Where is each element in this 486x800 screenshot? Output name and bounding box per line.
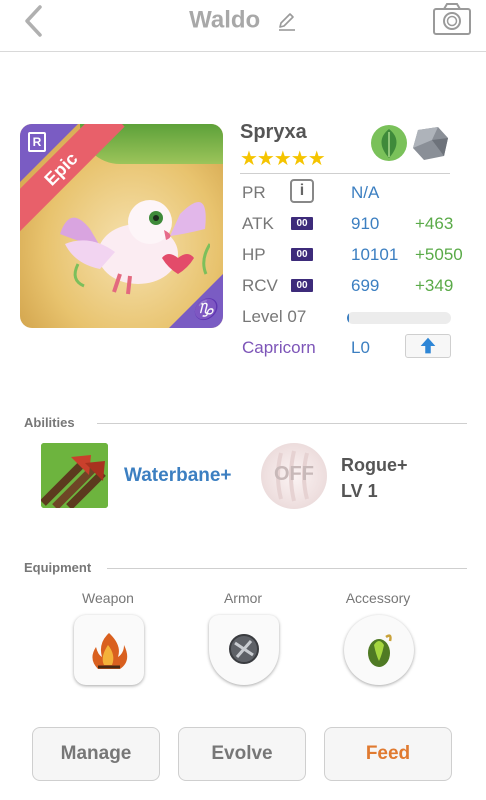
- feed-button[interactable]: Feed: [324, 727, 452, 781]
- atk-plus-badge: 00: [291, 217, 313, 230]
- rcv-bonus: +349: [415, 276, 454, 295]
- capricorn-sign-icon: ♑: [192, 299, 217, 321]
- abilities-divider: [97, 423, 467, 424]
- passive-ability-level: LV 1: [341, 481, 378, 501]
- accessory-label: Accessory: [345, 590, 411, 606]
- rcv-plus-badge: 00: [291, 279, 313, 292]
- zodiac-label: Capricorn: [242, 338, 316, 357]
- rock-icon: [413, 127, 448, 160]
- weapon-slot[interactable]: [74, 615, 144, 685]
- passive-off-label: OFF: [274, 463, 314, 485]
- hp-bonus: +5050: [415, 245, 463, 264]
- info-icon[interactable]: i: [290, 179, 314, 203]
- zodiac-upgrade-button[interactable]: [405, 334, 451, 358]
- active-ability-icon[interactable]: [41, 443, 108, 508]
- rarity-r-icon: R: [28, 132, 46, 152]
- zodiac-level: L0: [351, 338, 370, 357]
- weapon-label: Weapon: [82, 590, 134, 606]
- star-rating: ★★★★★: [240, 148, 326, 170]
- info-divider: [240, 173, 450, 174]
- equipment-title: Equipment: [24, 560, 92, 575]
- active-ability-name[interactable]: Waterbane+: [124, 465, 232, 487]
- page-title: Waldo: [189, 6, 261, 34]
- armor-label: Armor: [223, 590, 263, 606]
- pr-value: N/A: [351, 183, 380, 202]
- gem-accessory-icon: [368, 634, 392, 667]
- evolve-button[interactable]: Evolve: [178, 727, 306, 781]
- camera-icon[interactable]: [432, 2, 472, 36]
- xp-progress-fill: [347, 312, 350, 324]
- pet-name: Spryxa: [240, 121, 307, 143]
- atk-bonus: +463: [415, 214, 454, 233]
- rcv-value: 699: [351, 276, 380, 295]
- pet-portrait-card[interactable]: R Epic ♑: [20, 124, 223, 328]
- armor-slot[interactable]: [209, 615, 279, 685]
- shield-armor-icon: [229, 634, 259, 664]
- accessory-slot[interactable]: [344, 615, 414, 685]
- arrows-icon: [41, 443, 108, 508]
- edit-pencil-icon[interactable]: [277, 11, 297, 31]
- atk-value: 910: [351, 214, 380, 233]
- level-label: Level 07: [242, 307, 307, 326]
- manage-button[interactable]: Manage: [32, 727, 160, 781]
- nature-leaf-icon: [371, 125, 407, 161]
- passive-ability-icon[interactable]: OFF: [261, 443, 327, 509]
- abilities-title: Abilities: [24, 415, 75, 430]
- flame-weapon-icon: [92, 633, 128, 669]
- up-arrow-icon: [420, 337, 436, 354]
- hp-plus-badge: 00: [291, 248, 313, 261]
- hp-value: 10101: [351, 245, 399, 264]
- passive-ability-name: Rogue+: [341, 455, 408, 475]
- top-bar: Waldo: [0, 0, 486, 52]
- equipment-divider: [107, 568, 467, 569]
- title-area: Waldo: [0, 6, 486, 35]
- xp-progress-bar: [347, 312, 451, 324]
